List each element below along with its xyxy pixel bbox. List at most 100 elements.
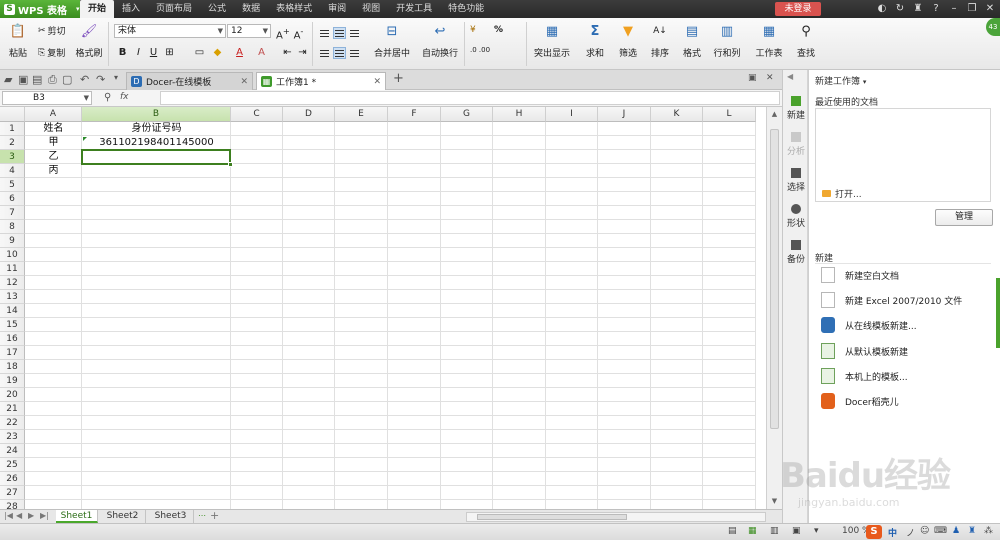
menu-tab-page-layout[interactable]: 页面布局 (148, 0, 200, 18)
vertical-scroll-thumb[interactable] (770, 129, 779, 429)
row-header-20[interactable]: 20 (0, 388, 25, 402)
column-header-e[interactable]: E (335, 107, 388, 122)
row-header-10[interactable]: 10 (0, 248, 25, 262)
column-header-c[interactable]: C (231, 107, 283, 122)
row-header-2[interactable]: 2 (0, 136, 25, 150)
percent-button[interactable]: % (494, 25, 503, 35)
indent-increase-icon[interactable]: ⇥ (296, 46, 309, 59)
cell-b1[interactable]: 身份证号码 (82, 122, 231, 136)
open-folder-icon[interactable]: ▰ (4, 73, 12, 86)
column-header-b[interactable]: B (82, 107, 231, 122)
quick-access-dropdown-icon[interactable]: ▾ (114, 73, 118, 82)
menu-tab-home[interactable]: 开始 (80, 0, 115, 18)
error-indicator-icon[interactable] (83, 137, 87, 141)
refresh-icon[interactable]: ↻ (894, 2, 906, 15)
shirt-icon[interactable]: ♜ (912, 2, 924, 15)
close-button[interactable]: ✕ (984, 2, 996, 15)
row-header-1[interactable]: 1 (0, 122, 25, 136)
save-icon[interactable]: ▣ (18, 73, 28, 86)
side-select-button[interactable]: 选择 (783, 168, 809, 193)
new-from-online-template-item[interactable]: 从在线模板新建... (821, 316, 917, 334)
restore-button[interactable]: ❐ (966, 2, 978, 15)
side-analyze-button[interactable]: 分析 (783, 132, 809, 157)
fill-handle[interactable] (228, 162, 233, 167)
indent-decrease-icon[interactable]: ⇤ (281, 46, 294, 59)
page-layout-view-icon[interactable]: ▦ (748, 526, 757, 536)
border-button[interactable]: ⊞ (163, 46, 176, 59)
local-templates-item[interactable]: 本机上的模板... (821, 367, 908, 385)
filter-button[interactable]: ▼ 筛选 (613, 22, 643, 60)
tab-workbook1[interactable]: ▦ 工作簿1 * ✕ (256, 72, 386, 90)
column-header-j[interactable]: J (598, 107, 651, 122)
notification-badge[interactable]: 43 (986, 18, 1000, 36)
column-header-f[interactable]: F (388, 107, 441, 122)
row-header-17[interactable]: 17 (0, 346, 25, 360)
side-backup-button[interactable]: 备份 (783, 240, 809, 265)
row-header-15[interactable]: 15 (0, 318, 25, 332)
row-header-5[interactable]: 5 (0, 178, 25, 192)
column-header-i[interactable]: I (546, 107, 598, 122)
menu-tab-insert[interactable]: 插入 (114, 0, 148, 18)
align-top-button[interactable] (318, 27, 331, 39)
horizontal-scroll-thumb[interactable] (477, 514, 627, 520)
zoom-formula-icon[interactable]: ⚲ (104, 92, 111, 103)
new-excel-file-item[interactable]: 新建 Excel 2007/2010 文件 (821, 291, 962, 309)
spreadsheet-grid[interactable]: A B C D E F G H I J K L 1 2 3 4 5 6 7 8 9 10 11 12 13 14 15 16 17 18 1… (0, 107, 766, 509)
cell-a4[interactable]: 丙 (25, 164, 82, 178)
cell-a3[interactable]: 乙 (25, 150, 82, 164)
row-header-25[interactable]: 25 (0, 458, 25, 472)
horizontal-scrollbar[interactable] (466, 512, 766, 522)
reading-view-icon[interactable]: ▣ (792, 526, 801, 536)
align-center-button[interactable] (333, 47, 346, 59)
row-header-16[interactable]: 16 (0, 332, 25, 346)
formula-input[interactable] (160, 91, 780, 105)
ime-user-icon[interactable]: ♟ (952, 526, 960, 536)
row-col-button[interactable]: ▥ 行和列 (709, 22, 745, 60)
row-header-22[interactable]: 22 (0, 416, 25, 430)
collapse-pane-icon[interactable]: ◀ (787, 72, 793, 81)
column-header-l[interactable]: L (703, 107, 756, 122)
bold-button[interactable]: B (116, 46, 129, 59)
row-header-26[interactable]: 26 (0, 472, 25, 486)
decimal-increase-button[interactable]: .0 .00 (470, 46, 490, 54)
row-header-28[interactable]: 28 (0, 500, 25, 509)
tab-docer-templates[interactable]: D Docer-在线模板 ✕ (126, 72, 253, 90)
align-left-button[interactable] (318, 47, 331, 59)
menu-tab-view[interactable]: 视图 (354, 0, 388, 18)
column-header-h[interactable]: H (493, 107, 546, 122)
close-tab-icon[interactable]: ✕ (240, 77, 248, 87)
format-painter-button[interactable]: 🖌 格式刷 (74, 22, 104, 60)
more-sheets-icon[interactable]: ⋯ (198, 511, 206, 520)
new-blank-doc-item[interactable]: 新建空白文档 (821, 266, 899, 284)
tab-close-all-icon[interactable]: ✕ (766, 73, 774, 83)
ime-shirt-icon[interactable]: ♜ (968, 526, 976, 536)
redo-icon[interactable]: ↷ (96, 73, 105, 86)
menu-tab-review[interactable]: 审阅 (320, 0, 354, 18)
scroll-up-icon[interactable]: ▲ (769, 109, 780, 120)
sum-button[interactable]: Σ 求和 (580, 22, 610, 60)
ime-logo-icon[interactable]: S (866, 525, 882, 539)
underline-button[interactable]: U (147, 46, 160, 59)
row-header-24[interactable]: 24 (0, 444, 25, 458)
ime-smile-icon[interactable]: ☺ (920, 526, 929, 536)
format-button[interactable]: ▤ 格式 (677, 22, 707, 60)
font-size-select[interactable]: 12 ▼ (227, 24, 271, 38)
first-sheet-icon[interactable]: |◀ (4, 511, 13, 520)
help-icon[interactable]: ? (930, 2, 942, 15)
print-icon[interactable]: ⎙ (48, 73, 57, 87)
paste-button[interactable]: 📋 粘贴 (6, 22, 30, 60)
font-color-button[interactable]: A (233, 46, 246, 59)
column-header-a[interactable]: A (25, 107, 82, 122)
skin-icon[interactable]: ◐ (876, 2, 888, 15)
last-sheet-icon[interactable]: ▶| (40, 511, 49, 520)
font-grow-button[interactable]: A+ (276, 25, 290, 41)
new-from-default-template-item[interactable]: 从默认模板新建 (821, 342, 908, 360)
side-shape-button[interactable]: 形状 (783, 204, 809, 229)
cell-a1[interactable]: 姓名 (25, 122, 82, 136)
find-button[interactable]: ⚲ 查找 (791, 22, 821, 60)
row-header-4[interactable]: 4 (0, 164, 25, 178)
column-header-d[interactable]: D (283, 107, 335, 122)
fill-color-button[interactable]: ◆ (211, 46, 224, 59)
highlight-button[interactable]: ▦ 突出显示 (532, 22, 572, 60)
ime-mode[interactable]: 中 (888, 526, 897, 539)
